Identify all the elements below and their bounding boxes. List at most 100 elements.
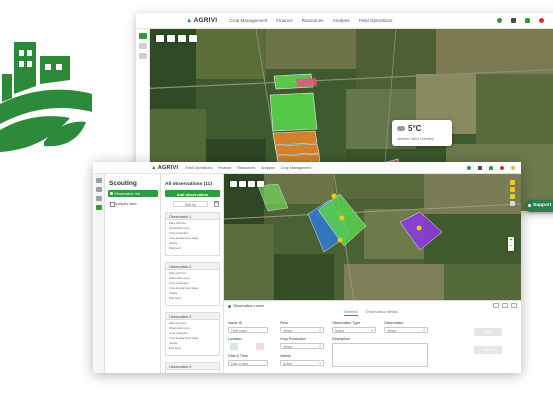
rail-scouting-icon[interactable]	[95, 205, 102, 210]
front-main-nav: Field Operations Finance Resources Analy…	[185, 166, 311, 170]
tab-observation-details[interactable]: Observation details	[366, 310, 399, 316]
location-pin-icon[interactable]	[230, 343, 238, 350]
observation-form: Observation name General Observation det…	[224, 300, 521, 373]
layer-yellow-icon[interactable]	[510, 180, 515, 185]
back-measure-icon[interactable]	[167, 35, 175, 42]
bell-icon[interactable]	[525, 18, 530, 23]
observation-card-line: Risk level:	[169, 347, 182, 350]
marketing-composite: ▲ AGRIVI Crop Management Finance Resourc…	[0, 0, 553, 400]
support-button[interactable]: Support	[525, 200, 553, 212]
observation-card-line: Risk level:	[169, 297, 182, 300]
front-app-logo[interactable]: ▲ AGRIVI	[151, 165, 178, 171]
front-nav-crop-management[interactable]: Crop Management	[281, 166, 312, 170]
measure-icon[interactable]	[239, 181, 246, 187]
front-nav-finance[interactable]: Finance	[218, 166, 231, 170]
field-polygon-pink-small[interactable]	[296, 78, 317, 87]
sidebar-item-observation-list[interactable]: Observation list	[108, 190, 158, 197]
back-nav-crop-management[interactable]: Crop Management	[229, 18, 267, 23]
layers-icon[interactable]	[248, 181, 255, 187]
observation-card-title: Observation 3	[166, 313, 219, 320]
layer-yellow-icon[interactable]	[510, 187, 515, 192]
rail-filter-icon[interactable]	[95, 187, 102, 192]
filter-icon[interactable]	[214, 201, 219, 207]
map-pin-icon[interactable]	[416, 225, 422, 231]
sort-by-dropdown[interactable]: Sort by	[173, 201, 208, 207]
draw-icon[interactable]	[230, 181, 237, 187]
weather-widget[interactable]: 5°C Weather Wind Humidity	[392, 120, 452, 146]
observation-card[interactable]: Observation 1 Date and time: Observation t…	[165, 212, 220, 256]
close-icon[interactable]	[511, 303, 517, 308]
description-textarea[interactable]	[332, 343, 428, 367]
bell-icon[interactable]	[489, 165, 493, 170]
layer-yellow-icon[interactable]	[510, 194, 515, 199]
back-nav-resources[interactable]: Resources	[302, 18, 324, 23]
front-nav-resources[interactable]: Resources	[237, 166, 255, 170]
minimize-icon[interactable]	[502, 303, 508, 308]
observation-card-line: Crop development stage:	[169, 337, 200, 340]
sidebar-item-analysis-data[interactable]: Analysis data	[108, 200, 158, 207]
cancel-button[interactable]: Cancel	[474, 346, 502, 354]
front-left-rail	[93, 174, 105, 373]
location-remove-icon[interactable]	[256, 343, 264, 350]
observation-type-select[interactable]: Select	[332, 327, 376, 333]
grid-icon[interactable]	[511, 18, 516, 23]
observation-card-title: Observation 1	[166, 213, 219, 220]
rail-map-icon[interactable]	[95, 178, 102, 183]
back-search-icon[interactable]	[189, 35, 197, 42]
sort-row: Sort by	[165, 201, 220, 207]
back-app-logo[interactable]: ▲ AGRIVI	[186, 17, 217, 24]
observation-card-line: Crop development stage:	[169, 287, 200, 290]
notification-icon[interactable]	[500, 165, 504, 170]
back-rail-list-icon[interactable]	[138, 53, 147, 59]
rail-share-icon[interactable]	[95, 196, 102, 201]
map-layer-strip	[510, 180, 516, 220]
front-nav-field-operations[interactable]: Field Operations	[185, 166, 212, 170]
back-draw-icon[interactable]	[156, 35, 164, 42]
front-map-toolbar	[230, 181, 264, 187]
back-layers-icon[interactable]	[178, 35, 186, 42]
front-satellite-map[interactable]	[224, 174, 521, 300]
expand-icon[interactable]	[493, 303, 499, 308]
add-observation-button[interactable]: Add observation	[165, 190, 220, 197]
weather-temperature: 5°C	[408, 124, 422, 133]
map-pin-icon[interactable]	[337, 237, 343, 243]
date-time-input[interactable]: Date & time	[228, 360, 268, 366]
zoom-out-icon[interactable]: −	[508, 243, 514, 249]
search-icon[interactable]	[257, 181, 264, 187]
notification-icon[interactable]	[539, 18, 544, 23]
back-map-toolbar	[156, 35, 197, 42]
field-select[interactable]: Select	[280, 327, 324, 333]
map-pin-icon[interactable]	[331, 193, 337, 199]
observation-card-title: Observation 2	[166, 263, 219, 270]
back-nav-finance[interactable]: Finance	[276, 18, 292, 23]
front-nav-analysis[interactable]: Analysis	[261, 166, 275, 170]
observation-label: Observation	[384, 321, 404, 325]
back-rail-map-icon[interactable]	[138, 33, 147, 39]
front-top-icons	[467, 165, 515, 170]
save-button[interactable]: Save	[474, 328, 502, 336]
variety-select[interactable]: Select	[280, 360, 324, 366]
grid-icon[interactable]	[478, 165, 482, 170]
back-nav-field-operations[interactable]: Field Operations	[359, 18, 393, 23]
back-rail-layers-icon[interactable]	[138, 43, 147, 49]
back-nav-analysis[interactable]: Analysis	[333, 18, 350, 23]
observation-card[interactable]: Observation 2 Date and time: Observation t…	[165, 262, 220, 306]
layer-grey-icon[interactable]	[510, 201, 515, 206]
crop-production-select[interactable]: Select	[280, 343, 324, 349]
field-polygon-orange-2[interactable]	[274, 143, 320, 156]
observation-card-line: Crop production:	[169, 282, 189, 285]
help-icon[interactable]	[497, 18, 502, 23]
observation-card[interactable]: Observation 4	[165, 362, 220, 373]
date-time-label: Date & Time	[228, 354, 248, 358]
field-polygon-orange-1[interactable]	[272, 130, 318, 146]
zoom-control[interactable]: + −	[508, 237, 514, 251]
field-polygon-green-2[interactable]	[269, 92, 318, 132]
tab-general[interactable]: General	[344, 310, 358, 316]
observation-card[interactable]: Observation 3 Date and time: Observation t…	[165, 312, 220, 356]
name-id-input[interactable]: Field notes	[228, 327, 268, 333]
avatar[interactable]	[511, 165, 515, 170]
observation-card-line: Variety:	[169, 292, 178, 295]
map-pin-icon[interactable]	[339, 215, 345, 221]
observation-select[interactable]: Select	[384, 327, 428, 333]
help-icon[interactable]	[467, 165, 471, 170]
